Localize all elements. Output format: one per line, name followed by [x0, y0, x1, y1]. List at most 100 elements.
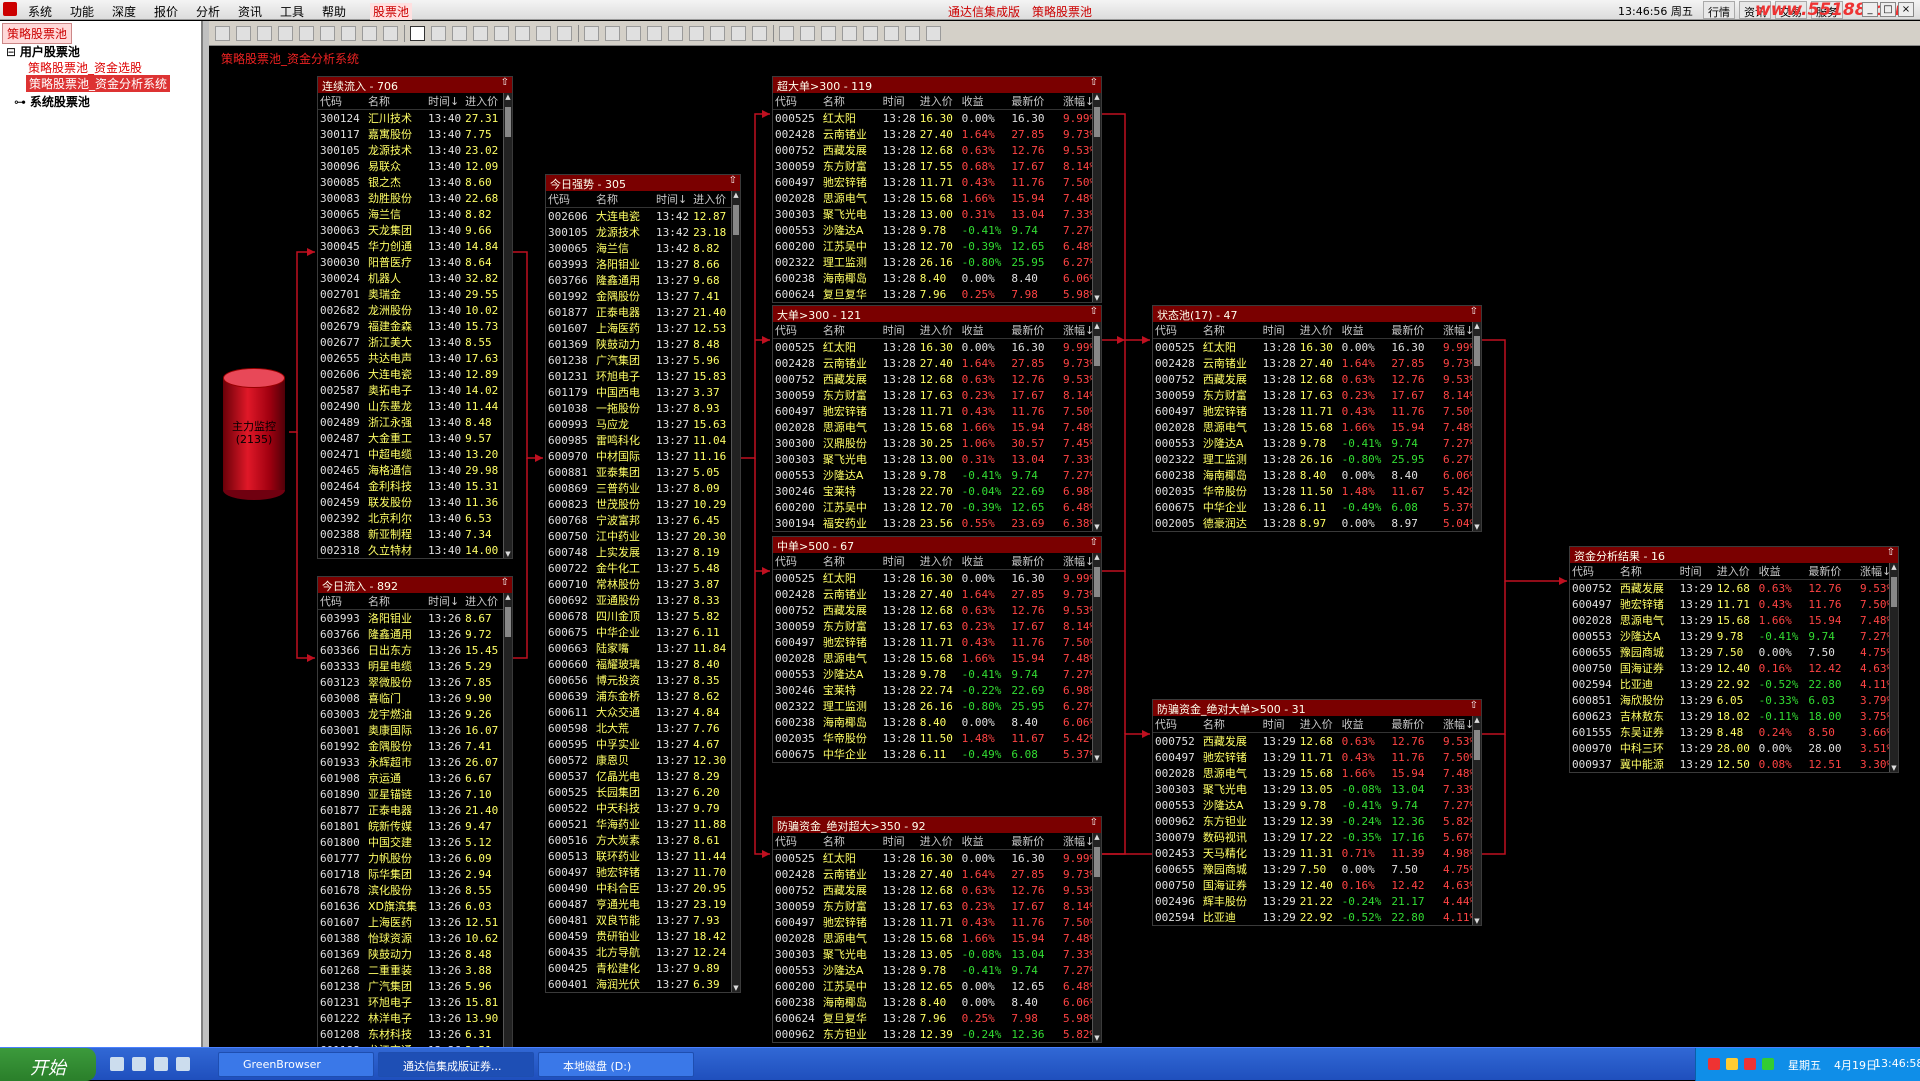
panel-title[interactable]: 防骗资金_绝对大单>500 - 31 ⇧: [1153, 700, 1481, 716]
table-row[interactable]: 601238 广汽集团 13:26 5.96: [318, 978, 505, 994]
table-row[interactable]: 000553 沙隆达A 13:28 9.78 -0.41% 9.74 7.27%: [773, 666, 1101, 682]
table-row[interactable]: 300096 易联众 13:40 12.09: [318, 158, 505, 174]
table-row[interactable]: 601992 金隅股份 13:26 7.41: [318, 738, 505, 754]
column-header[interactable]: 代码: [773, 553, 821, 570]
table-row[interactable]: 601555 东吴证券 13:29 8.48 0.24% 8.50 3.66%: [1570, 724, 1898, 740]
table-row[interactable]: 600611 大众交通 13:27 4.84: [546, 704, 733, 720]
panel-title[interactable]: 连续流入 - 706 ⇧: [318, 77, 512, 93]
column-header[interactable]: 收益: [959, 93, 1010, 110]
column-header[interactable]: 收益: [959, 322, 1010, 339]
toolbar-button-icon[interactable]: [626, 26, 641, 41]
panel-title[interactable]: 超大单>300 - 119 ⇧: [773, 77, 1101, 93]
table-row[interactable]: 300024 机器人 13:40 32.82: [318, 270, 505, 286]
table-row[interactable]: 002606 大连电瓷 13:42 12.87: [546, 208, 733, 225]
start-button[interactable]: 开始: [0, 1048, 96, 1081]
toolbar-button-icon[interactable]: [299, 26, 314, 41]
column-header[interactable]: 代码: [546, 191, 594, 208]
table-row[interactable]: 601607 上海医药 13:26 12.51: [318, 914, 505, 930]
table-row[interactable]: 002428 云南锗业 13:28 27.40 1.64% 27.85 9.73%: [773, 866, 1101, 882]
column-header[interactable]: 进入价: [691, 191, 734, 208]
menu-tools[interactable]: 工具: [280, 3, 304, 20]
close-icon[interactable]: ×: [1898, 2, 1914, 17]
table-row[interactable]: 300085 银之杰 13:40 8.60: [318, 174, 505, 190]
table-row[interactable]: 000752 西藏发展 13:28 12.68 0.63% 12.76 9.53%: [773, 371, 1101, 387]
table-row[interactable]: 600490 中科合臣 13:27 20.95: [546, 880, 733, 896]
table-row[interactable]: 300059 东方财富 13:28 17.63 0.23% 17.67 8.14%: [773, 898, 1101, 914]
table-row[interactable]: 002453 天马精化 13:29 11.31 0.71% 11.39 4.98%: [1153, 845, 1481, 861]
column-header[interactable]: 最新价: [1009, 322, 1062, 339]
column-header[interactable]: 名称: [1200, 322, 1261, 339]
column-header[interactable]: 最新价: [1389, 716, 1442, 733]
table-row[interactable]: 300303 聚飞光电 13:29 13.05 -0.08% 13.04 7.33%: [1153, 781, 1481, 797]
table-row[interactable]: 300059 东方财富 13:28 17.63 0.23% 17.67 8.14%: [773, 618, 1101, 634]
scrollbar[interactable]: ▲▼: [1889, 563, 1898, 772]
scrollbar[interactable]: ▲▼: [503, 593, 512, 1047]
table-row[interactable]: 601678 滨化股份 13:26 8.55: [318, 882, 505, 898]
minimize-icon[interactable]: _: [1862, 2, 1878, 17]
panel-title[interactable]: 今日流入 - 892 ⇧: [318, 577, 512, 593]
sidebar-tab[interactable]: 策略股票池: [2, 23, 73, 44]
pin-icon[interactable]: ⇧: [1887, 547, 1895, 558]
table-row[interactable]: 300246 宝莱特 13:28 22.70 -0.04% 22.69 6.98%: [773, 483, 1101, 499]
table-row[interactable]: 000525 红太阳 13:28 16.30 0.00% 16.30 9.99%: [773, 570, 1101, 587]
table-row[interactable]: 002028 思源电气 13:28 15.68 1.66% 15.94 7.48%: [773, 190, 1101, 206]
table-row[interactable]: 000752 西藏发展 13:28 12.68 0.63% 12.76 9.53%: [1153, 371, 1481, 387]
table-row[interactable]: 002489 浙江永强 13:40 8.48: [318, 414, 505, 430]
panel-title[interactable]: 防骗资金_绝对超大>350 - 92 ⇧: [773, 817, 1101, 833]
column-header[interactable]: 名称: [820, 93, 881, 110]
table-row[interactable]: 002028 思源电气 13:28 15.68 1.66% 15.94 7.48%: [773, 650, 1101, 666]
table-row[interactable]: 002487 大金重工 13:40 9.57: [318, 430, 505, 446]
table-row[interactable]: 300303 聚飞光电 13:28 13.00 0.31% 13.04 7.33%: [773, 206, 1101, 222]
column-header[interactable]: 收益: [1756, 563, 1807, 580]
toolbar-button-icon[interactable]: [278, 26, 293, 41]
toolbar-button-icon[interactable]: [731, 26, 746, 41]
column-header[interactable]: 时间↓: [426, 593, 464, 610]
table-row[interactable]: 002388 新亚制程 13:40 7.34: [318, 526, 505, 542]
menu-stock-pool[interactable]: 股票池: [370, 3, 413, 20]
table-row[interactable]: 601238 广汽集团 13:27 5.96: [546, 352, 733, 368]
column-header[interactable]: 名称: [594, 191, 654, 208]
table-row[interactable]: 002428 云南锗业 13:28 27.40 1.64% 27.85 9.73%: [773, 586, 1101, 602]
toolbar-button-icon[interactable]: [926, 26, 941, 41]
pin-icon[interactable]: ⇧: [1090, 77, 1098, 88]
top-btn-market[interactable]: 行情: [1703, 1, 1735, 19]
table-row[interactable]: 600238 海南椰岛 13:28 8.40 0.00% 8.40 6.06%: [773, 270, 1101, 286]
table-row[interactable]: 000750 国海证券 13:29 12.40 0.16% 12.42 4.63%: [1153, 877, 1481, 893]
column-header[interactable]: 进入价: [463, 593, 506, 610]
table-row[interactable]: 600497 驰宏锌锗 13:28 11.71 0.43% 11.76 7.50%: [1153, 403, 1481, 419]
stock-panel[interactable]: 防骗资金_绝对大单>500 - 31 ⇧ 代码 名称 时间 进入价 收益 最新价 涨幅↓ 0007…: [1152, 699, 1482, 926]
menu-system[interactable]: 系统: [28, 3, 52, 20]
table-row[interactable]: 600200 江苏吴中 13:28 12.65 0.00% 12.65 6.48%: [773, 978, 1101, 994]
column-header[interactable]: 时间: [1677, 563, 1715, 580]
column-header[interactable]: 名称: [1200, 716, 1261, 733]
column-header[interactable]: 名称: [366, 93, 426, 110]
table-row[interactable]: 603003 龙宇燃油 13:26 9.26: [318, 706, 505, 722]
table-row[interactable]: 600572 康恩贝 13:27 12.30: [546, 752, 733, 768]
column-header[interactable]: 时间: [880, 553, 918, 570]
table-row[interactable]: 600525 长园集团 13:27 6.20: [546, 784, 733, 800]
table-row[interactable]: 603333 明星电缆 13:26 5.29: [318, 658, 505, 674]
table-row[interactable]: 002677 浙江美大 13:40 8.55: [318, 334, 505, 350]
table-row[interactable]: 300105 龙源技术 13:42 23.18: [546, 224, 733, 240]
toolbar-button-icon[interactable]: [383, 26, 398, 41]
table-row[interactable]: 002594 比亚迪 13:29 22.92 -0.52% 22.80 4.11%: [1570, 676, 1898, 692]
stock-panel[interactable]: 今日流入 - 892 ⇧ 代码 名称 时间↓ 进入价 603993 洛阳钼业 13:26 8.67…: [317, 576, 513, 1047]
table-row[interactable]: 300300 汉鼎股份 13:28 30.25 1.06% 30.57 7.45%: [773, 435, 1101, 451]
table-row[interactable]: 000962 东方钽业 13:28 12.39 -0.24% 12.36 5.82%: [773, 1026, 1101, 1042]
table-row[interactable]: 000962 东方钽业 13:29 12.39 -0.24% 12.36 5.82%: [1153, 813, 1481, 829]
table-row[interactable]: 000525 红太阳 13:28 16.30 0.00% 16.30 9.99%: [773, 339, 1101, 356]
toolbar-button-icon[interactable]: [647, 26, 662, 41]
table-row[interactable]: 002028 思源电气 13:28 15.68 1.66% 15.94 7.48%: [773, 930, 1101, 946]
table-row[interactable]: 002655 共达电声 13:40 17.63: [318, 350, 505, 366]
table-row[interactable]: 002428 云南锗业 13:28 27.40 1.64% 27.85 9.73%: [1153, 355, 1481, 371]
quicklaunch-media-icon[interactable]: [154, 1057, 168, 1071]
table-row[interactable]: 601800 中国交建 13:26 5.12: [318, 834, 505, 850]
table-row[interactable]: 002005 德豪润达 13:28 8.97 0.00% 8.97 5.04%: [1153, 515, 1481, 531]
table-row[interactable]: 600970 中材国际 13:27 11.16: [546, 448, 733, 464]
table-row[interactable]: 600598 北大荒 13:27 7.76: [546, 720, 733, 736]
table-row[interactable]: 603008 喜临门 13:26 9.90: [318, 690, 505, 706]
table-row[interactable]: 603766 隆鑫通用 13:26 9.72: [318, 626, 505, 642]
table-row[interactable]: 603993 洛阳钼业 13:27 8.66: [546, 256, 733, 272]
toolbar-button-icon[interactable]: [605, 26, 620, 41]
column-header[interactable]: 代码: [773, 93, 821, 110]
